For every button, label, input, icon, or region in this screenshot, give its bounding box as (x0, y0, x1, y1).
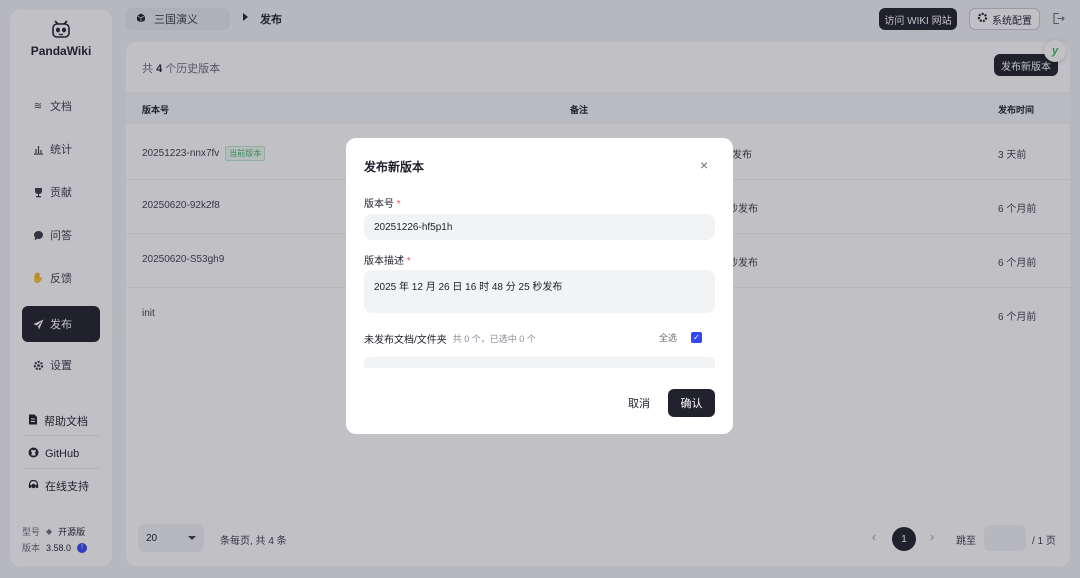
publish-version-dialog: 发布新版本 × 版本号 * 20251226-hf5p1h 版本描述 * 202… (346, 138, 733, 434)
required-mark: * (406, 256, 411, 267)
required-mark: * (396, 199, 401, 210)
unpublished-section-label: 未发布文档/文件夹 共 0 个，已选中 0 个 (364, 331, 536, 346)
select-all-checkbox[interactable]: ✓ (691, 332, 703, 343)
close-icon[interactable]: × (700, 157, 708, 173)
unpublished-docs-list[interactable] (364, 357, 715, 368)
version-label-text: 版本号 (364, 199, 394, 210)
version-field-label: 版本号 * (364, 195, 401, 210)
cancel-button[interactable]: 取消 (617, 389, 661, 417)
unpublished-label-text: 未发布文档/文件夹 (364, 335, 447, 346)
version-input[interactable]: 20251226-hf5p1h (364, 214, 715, 240)
desc-label-text: 版本描述 (364, 256, 404, 267)
unpublished-count: 共 0 个，已选中 0 个 (452, 334, 536, 344)
confirm-button[interactable]: 确认 (668, 389, 715, 417)
select-all-label: 全选 (659, 333, 678, 343)
description-textarea[interactable]: 2025 年 12 月 26 日 16 时 48 分 25 秒发布 (364, 270, 715, 313)
select-all-control[interactable]: 全选 ✓ (659, 331, 703, 344)
dialog-title: 发布新版本 (364, 160, 425, 174)
description-field-label: 版本描述 * (364, 252, 411, 267)
